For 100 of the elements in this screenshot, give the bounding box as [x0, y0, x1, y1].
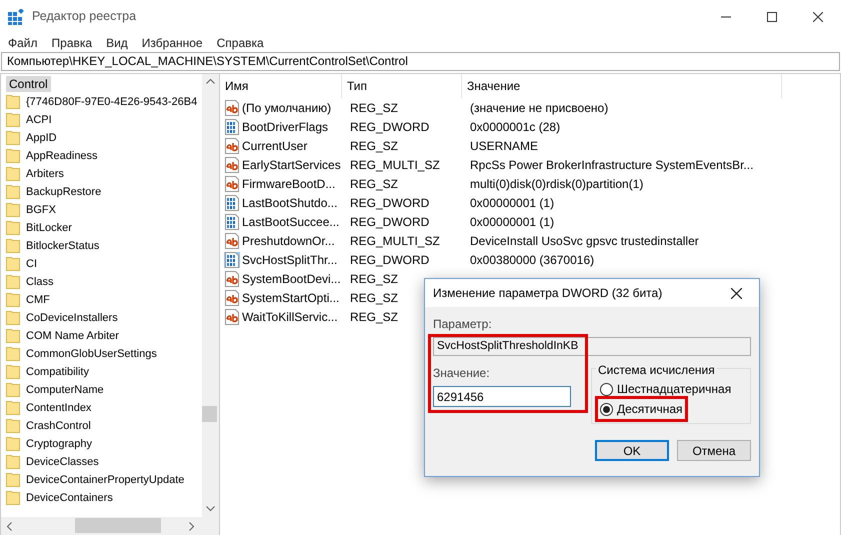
menu-item[interactable]: Вид: [106, 34, 128, 52]
maximize-icon: [767, 12, 777, 22]
scroll-up-icon[interactable]: [206, 78, 215, 84]
value-type: REG_SZ: [350, 272, 398, 286]
folder-icon: [6, 292, 21, 308]
registry-app-icon: [8, 8, 24, 24]
value-data: DeviceInstall UsoSvc gpsvc trustedinstaller: [470, 234, 699, 248]
value-data: USERNAME: [470, 138, 538, 152]
folder-icon: [6, 454, 21, 470]
folder-icon: [6, 130, 21, 146]
folder-icon: [6, 112, 21, 128]
tree-item[interactable]: BitlockerStatus: [26, 238, 100, 254]
folder-icon: [6, 220, 21, 236]
value-name[interactable]: PreshutdownOr...: [242, 232, 335, 250]
tree-item[interactable]: COM Name Arbiter: [26, 328, 119, 344]
address-field[interactable]: Компьютер\HKEY_LOCAL_MACHINE\SYSTEM\CurrentControlSet\Control: [1, 52, 840, 71]
value-data: (значение не присвоено): [470, 100, 608, 114]
folder-icon: [6, 94, 21, 110]
tree-item[interactable]: BitLocker: [26, 220, 72, 236]
field-label: Параметр:: [433, 316, 493, 333]
close-icon: [730, 288, 742, 298]
folder-icon: [6, 490, 21, 506]
value-type: REG_SZ: [350, 138, 398, 152]
column-header[interactable]: Значение: [462, 74, 782, 98]
tree-item[interactable]: ContentIndex: [26, 400, 92, 416]
tree-item[interactable]: CoDeviceInstallers: [26, 310, 118, 326]
folder-icon: [6, 202, 21, 218]
folder-icon: [6, 382, 21, 398]
tree-item[interactable]: DeviceContainers: [26, 490, 113, 506]
vertical-scrollbar[interactable]: [202, 74, 219, 517]
tree-item[interactable]: CommonGlobUserSettings: [26, 346, 157, 362]
value-name[interactable]: FirmwareBootD...: [242, 174, 336, 192]
value-type: REG_SZ: [350, 100, 398, 114]
tree-item[interactable]: CrashControl: [26, 418, 91, 434]
cancel-button[interactable]: Отмена: [677, 440, 751, 461]
scrollbar-thumb[interactable]: [202, 406, 217, 422]
value-data: 0x00000001 (1): [470, 196, 554, 210]
tree-item[interactable]: BackupRestore: [26, 184, 102, 200]
tree-item[interactable]: ACPI: [26, 112, 52, 128]
folder-icon: [6, 256, 21, 272]
value-type: REG_DWORD: [350, 196, 430, 210]
value-name[interactable]: (По умолчанию): [242, 98, 332, 116]
value-name[interactable]: SystemStartOpti...: [242, 288, 340, 306]
tree-item[interactable]: Control: [6, 76, 51, 92]
tree-item[interactable]: AppID: [26, 130, 57, 146]
column-header[interactable]: Имя: [220, 74, 342, 98]
value-name[interactable]: EarlyStartServices: [242, 156, 341, 174]
parameter-name-field[interactable]: SvcHostSplitThresholdInKB: [433, 337, 751, 356]
folder-icon: [6, 310, 21, 326]
menu-item[interactable]: Файл: [8, 34, 38, 52]
tree-item[interactable]: DeviceContainerPropertyUpdate: [26, 472, 184, 488]
value-name[interactable]: LastBootShutdo...: [242, 194, 338, 212]
value-name[interactable]: LastBootSuccee...: [242, 212, 340, 230]
value-type: REG_DWORD: [350, 120, 430, 134]
menu-item[interactable]: Избранное: [142, 34, 203, 52]
value-data: multi(0)disk(0)rdisk(0)partition(1): [470, 176, 644, 190]
tree-item[interactable]: CMF: [26, 292, 50, 308]
folder-icon: [6, 346, 21, 362]
value-input[interactable]: 6291456: [433, 386, 571, 407]
tree-item[interactable]: Arbiters: [26, 166, 64, 182]
value-type: REG_SZ: [350, 310, 398, 324]
horizontal-scrollbar[interactable]: [1, 517, 219, 535]
tree-item[interactable]: Class: [26, 274, 54, 290]
tree-item[interactable]: CI: [26, 256, 37, 272]
value-data: 0x00380000 (3670016): [470, 252, 594, 266]
value-data: 0x00000001 (1): [470, 214, 554, 228]
scroll-down-icon[interactable]: [206, 506, 215, 512]
value-name[interactable]: CurrentUser: [242, 136, 308, 154]
tree-item[interactable]: AppReadiness: [26, 148, 98, 164]
tree-item[interactable]: ComputerName: [26, 382, 104, 398]
tree-item[interactable]: {7746D80F-97E0-4E26-9543-26B4: [26, 94, 198, 110]
tree-item[interactable]: Cryptography: [26, 436, 92, 452]
tree-item[interactable]: Compatibility: [26, 364, 89, 380]
radio-option[interactable]: Десятичная: [598, 399, 685, 419]
folder-icon: [6, 418, 21, 434]
value-data: RpcSs Power BrokerInfrastructure SystemEventsBr...: [470, 158, 754, 172]
scroll-right-icon[interactable]: [189, 522, 195, 531]
folder-icon: [6, 472, 21, 488]
column-header[interactable]: Тип: [342, 74, 462, 98]
value-name[interactable]: BootDriverFlags: [242, 118, 328, 136]
ok-button[interactable]: OK: [595, 440, 669, 461]
value-name[interactable]: SystemBootDevi...: [242, 270, 341, 288]
folder-icon: [6, 184, 21, 200]
value-name[interactable]: SvcHostSplitThr...: [242, 250, 338, 268]
value-name[interactable]: WaitToKillServic...: [242, 308, 338, 326]
scrollbar-thumb[interactable]: [75, 518, 161, 533]
tree-item[interactable]: BGFX: [26, 202, 56, 218]
field-label: Значение:: [433, 365, 491, 382]
menu-item[interactable]: Справка: [216, 34, 264, 52]
folder-icon: [6, 166, 21, 182]
radio-icon[interactable]: [600, 402, 613, 416]
folder-icon: [6, 238, 21, 254]
value-type: REG_DWORD: [350, 252, 430, 266]
menu-item[interactable]: Правка: [52, 34, 92, 52]
tree-item[interactable]: DeviceClasses: [26, 454, 99, 470]
folder-icon: [6, 436, 21, 452]
folder-icon: [6, 274, 21, 290]
radio-option[interactable]: Шестнадцатеричная: [598, 379, 734, 399]
radio-icon[interactable]: [600, 382, 613, 396]
scroll-left-icon[interactable]: [6, 522, 12, 531]
